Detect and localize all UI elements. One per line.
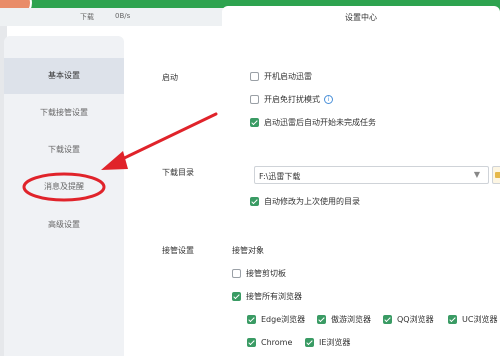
option-clipboard[interactable]: 接管剪切板: [232, 268, 286, 279]
tab-settings-center[interactable]: 设置中心: [222, 6, 500, 28]
all-browsers-label: 接管所有浏览器: [246, 292, 302, 301]
sidebar-item-advanced[interactable]: 高级设置: [4, 207, 124, 243]
option-auto-resume[interactable]: 启动迅雷后自动开始未完成任务: [250, 117, 376, 128]
sidebar-item-basic-settings[interactable]: 基本设置: [4, 58, 124, 94]
autostart-checkbox[interactable]: [250, 72, 259, 81]
option-do-not-disturb[interactable]: 开启免打扰模式 i: [250, 94, 333, 105]
tab-settings-center-label: 设置中心: [345, 13, 377, 22]
qq-browser-label: QQ浏览器: [397, 315, 434, 324]
edge-label: Edge浏览器: [261, 315, 306, 324]
option-uc-browser[interactable]: UC浏览器: [448, 314, 497, 325]
takeover-target-label: 接管对象: [232, 246, 264, 255]
qq-browser-checkbox[interactable]: [383, 315, 392, 324]
settings-content: [124, 26, 500, 356]
auto-resume-label: 启动迅雷后自动开始未完成任务: [264, 118, 376, 127]
auto-modify-dir-label: 自动修改为上次使用的目录: [264, 197, 360, 206]
option-chrome[interactable]: Chrome: [247, 337, 292, 348]
sidebar-item-notifications[interactable]: 消息及提醒: [4, 169, 124, 205]
option-qq-browser[interactable]: QQ浏览器: [383, 314, 434, 325]
download-path-dropdown[interactable]: F:\迅雷下载 ▼: [254, 166, 489, 184]
takeover-section-label: 接管设置: [162, 246, 194, 255]
download-path-value: F:\迅雷下载: [259, 172, 301, 181]
settings-sidebar: 基本设置 下载接管设置 下载设置 消息及提醒 高级设置: [4, 36, 124, 356]
chrome-checkbox[interactable]: [247, 338, 256, 347]
maxthon-label: 傲游浏览器: [331, 315, 371, 324]
option-all-browsers[interactable]: 接管所有浏览器: [232, 291, 302, 302]
startup-section-label: 启动: [162, 73, 178, 82]
sidebar-item-download-settings[interactable]: 下载设置: [4, 132, 124, 168]
download-label: 下载: [80, 13, 94, 21]
option-auto-modify-dir[interactable]: 自动修改为上次使用的目录: [250, 196, 360, 207]
folder-icon: [495, 172, 500, 178]
do-not-disturb-checkbox[interactable]: [250, 95, 259, 104]
auto-resume-checkbox[interactable]: [250, 118, 259, 127]
autostart-label: 开机启动迅雷: [264, 72, 312, 81]
all-browsers-checkbox[interactable]: [232, 292, 241, 301]
chevron-down-icon: ▼: [473, 170, 480, 179]
option-edge[interactable]: Edge浏览器: [247, 314, 305, 325]
uc-browser-checkbox[interactable]: [448, 315, 457, 324]
sidebar-item-download-takeover[interactable]: 下载接管设置: [4, 95, 124, 131]
option-maxthon[interactable]: 傲游浏览器: [317, 314, 371, 325]
download-status-bar: 下载 0B/s: [0, 8, 230, 26]
option-autostart[interactable]: 开机启动迅雷: [250, 71, 312, 82]
info-icon[interactable]: i: [324, 95, 333, 104]
auto-modify-dir-checkbox[interactable]: [250, 197, 259, 206]
uc-browser-label: UC浏览器: [462, 315, 498, 324]
edge-checkbox[interactable]: [247, 315, 256, 324]
download-speed: 0B/s: [115, 12, 131, 20]
maxthon-checkbox[interactable]: [317, 315, 326, 324]
option-ie[interactable]: IE浏览器: [305, 337, 350, 348]
clipboard-label: 接管剪切板: [246, 269, 286, 278]
ie-checkbox[interactable]: [305, 338, 314, 347]
chrome-label: Chrome: [261, 338, 293, 347]
do-not-disturb-label: 开启免打扰模式: [264, 95, 320, 104]
clipboard-checkbox[interactable]: [232, 269, 241, 278]
download-dir-section-label: 下载目录: [162, 168, 194, 177]
browse-folder-button[interactable]: [492, 166, 500, 184]
ie-label: IE浏览器: [319, 338, 351, 347]
